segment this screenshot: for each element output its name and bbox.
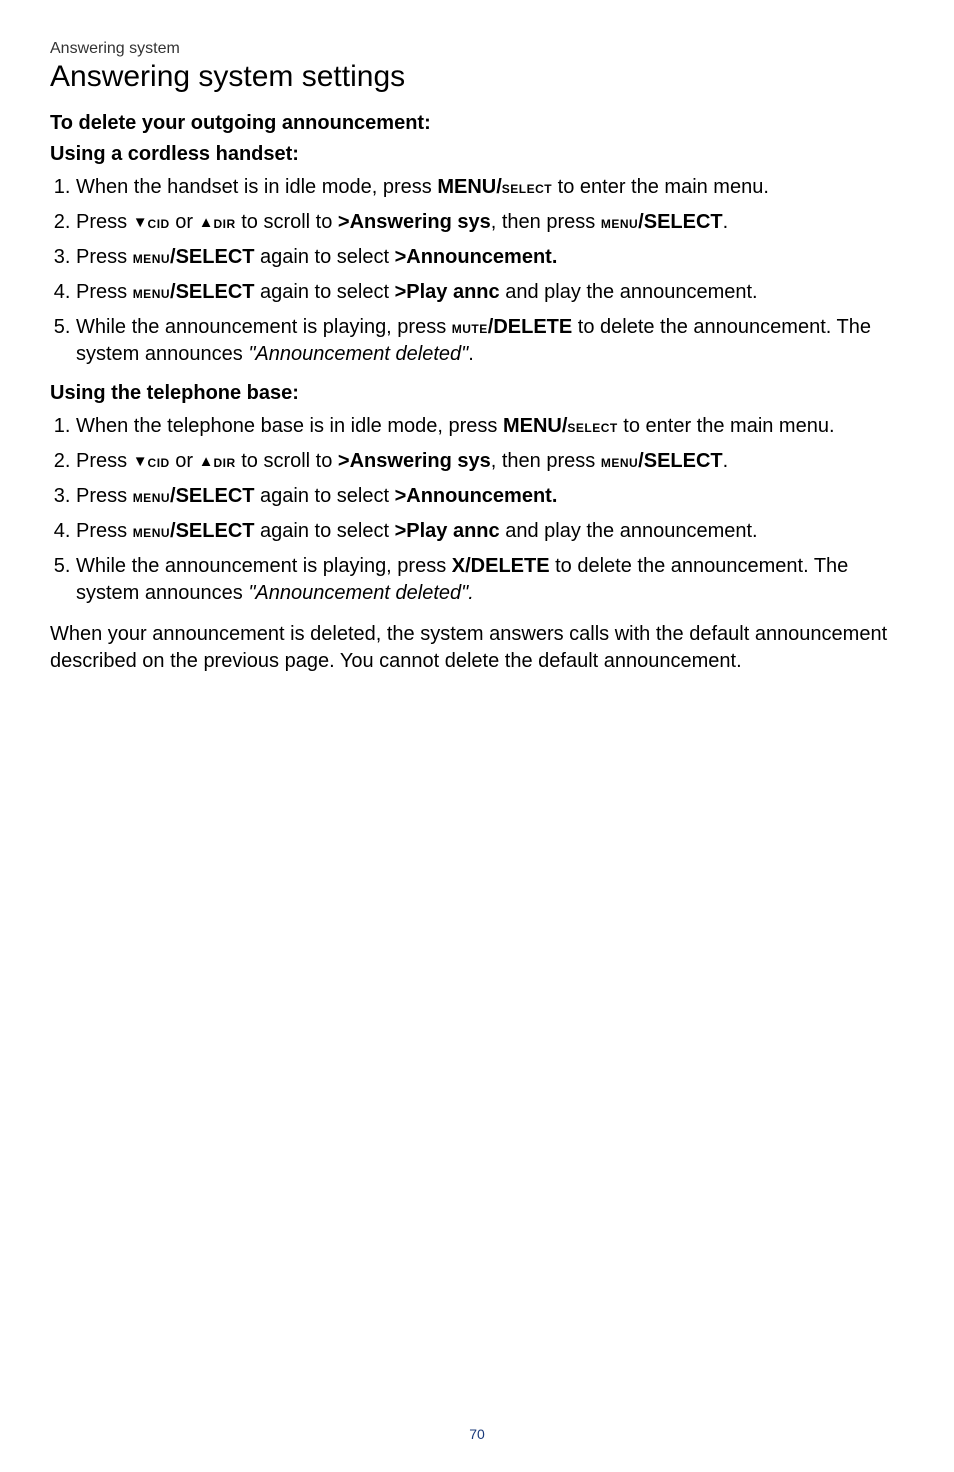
text: again to select: [254, 485, 394, 507]
text: to enter the main menu.: [552, 176, 769, 198]
list-item: When the handset is in idle mode, press …: [76, 174, 904, 201]
text: While the announcement is playing, press: [76, 555, 452, 577]
list-item: Press menu/SELECT again to select >Play …: [76, 279, 904, 306]
text-smallcaps: select: [567, 417, 617, 436]
closing-paragraph: When your announcement is deleted, the s…: [50, 621, 904, 675]
subheading-base: Using the telephone base:: [50, 382, 904, 405]
triangle-down-icon: ▼: [133, 213, 148, 233]
text-bold: X/DELETE: [452, 555, 550, 577]
breadcrumb: Answering system: [50, 40, 904, 58]
text-bold: MENU/: [503, 415, 567, 437]
text-smallcaps: cid: [148, 452, 170, 471]
text-bold: >Answering sys: [338, 450, 491, 472]
list-item: Press menu/SELECT again to select >Play …: [76, 518, 904, 545]
text: When the telephone base is in idle mode,…: [76, 415, 503, 437]
text: , then press: [491, 211, 601, 233]
steps-list-base: When the telephone base is in idle mode,…: [50, 413, 904, 607]
text-bold: /SELECT: [170, 281, 254, 303]
text: .: [723, 211, 729, 233]
text: When the handset is in idle mode, press: [76, 176, 437, 198]
text: , then press: [491, 450, 601, 472]
text-bold: >Announcement.: [395, 485, 558, 507]
text-smallcaps: menu: [601, 452, 638, 471]
text: .: [468, 343, 474, 365]
text: While the announcement is playing, press: [76, 316, 452, 338]
text-bold: >Play annc: [395, 520, 500, 542]
text-bold: /SELECT: [170, 485, 254, 507]
text-smallcaps: dir: [213, 452, 235, 471]
text: again to select: [254, 246, 394, 268]
text-bold: /SELECT: [638, 450, 722, 472]
subheading-cordless: Using a cordless handset:: [50, 143, 904, 166]
text-smallcaps: menu: [601, 213, 638, 232]
text-bold: MENU/: [437, 176, 501, 198]
text-smallcaps: menu: [133, 248, 170, 267]
heading-delete-announcement: To delete your outgoing announcement:: [50, 112, 904, 135]
text-italic: "Announcement deleted".: [248, 582, 473, 604]
text-smallcaps: dir: [213, 213, 235, 232]
text: again to select: [254, 281, 394, 303]
list-item: When the telephone base is in idle mode,…: [76, 413, 904, 440]
text-bold: /SELECT: [170, 520, 254, 542]
text: and play the announcement.: [500, 520, 758, 542]
text-bold: /DELETE: [488, 316, 572, 338]
triangle-up-icon: ▲: [199, 452, 214, 472]
text-smallcaps: mute: [452, 318, 488, 337]
text: Press: [76, 485, 133, 507]
list-item: Press menu/SELECT again to select >Annou…: [76, 244, 904, 271]
text: and play the announcement.: [500, 281, 758, 303]
text-bold: >Play annc: [395, 281, 500, 303]
page-title: Answering system settings: [50, 60, 904, 94]
triangle-up-icon: ▲: [199, 213, 214, 233]
text: again to select: [254, 520, 394, 542]
list-item: While the announcement is playing, press…: [76, 314, 904, 368]
text-smallcaps: cid: [148, 213, 170, 232]
list-item: Press menu/SELECT again to select >Annou…: [76, 483, 904, 510]
text: Press: [76, 211, 133, 233]
text: to scroll to: [236, 211, 338, 233]
text-bold: /SELECT: [638, 211, 722, 233]
text-bold: /SELECT: [170, 246, 254, 268]
text: Press: [76, 450, 133, 472]
steps-list-cordless: When the handset is in idle mode, press …: [50, 174, 904, 368]
text-bold: >Announcement.: [395, 246, 558, 268]
text-smallcaps: select: [502, 178, 552, 197]
text-smallcaps: menu: [133, 283, 170, 302]
list-item: While the announcement is playing, press…: [76, 553, 904, 607]
text: or: [170, 450, 199, 472]
list-item: Press ▼cid or ▲dir to scroll to >Answeri…: [76, 448, 904, 475]
triangle-down-icon: ▼: [133, 452, 148, 472]
text-smallcaps: menu: [133, 522, 170, 541]
text: Press: [76, 520, 133, 542]
page-number: 70: [0, 1426, 954, 1442]
text: Press: [76, 281, 133, 303]
text-smallcaps: menu: [133, 487, 170, 506]
text: Press: [76, 246, 133, 268]
text-italic: "Announcement deleted": [248, 343, 468, 365]
text: to enter the main menu.: [618, 415, 835, 437]
text: or: [170, 211, 199, 233]
list-item: Press ▼cid or ▲dir to scroll to >Answeri…: [76, 209, 904, 236]
text: .: [723, 450, 729, 472]
text: to scroll to: [236, 450, 338, 472]
text-bold: >Answering sys: [338, 211, 491, 233]
